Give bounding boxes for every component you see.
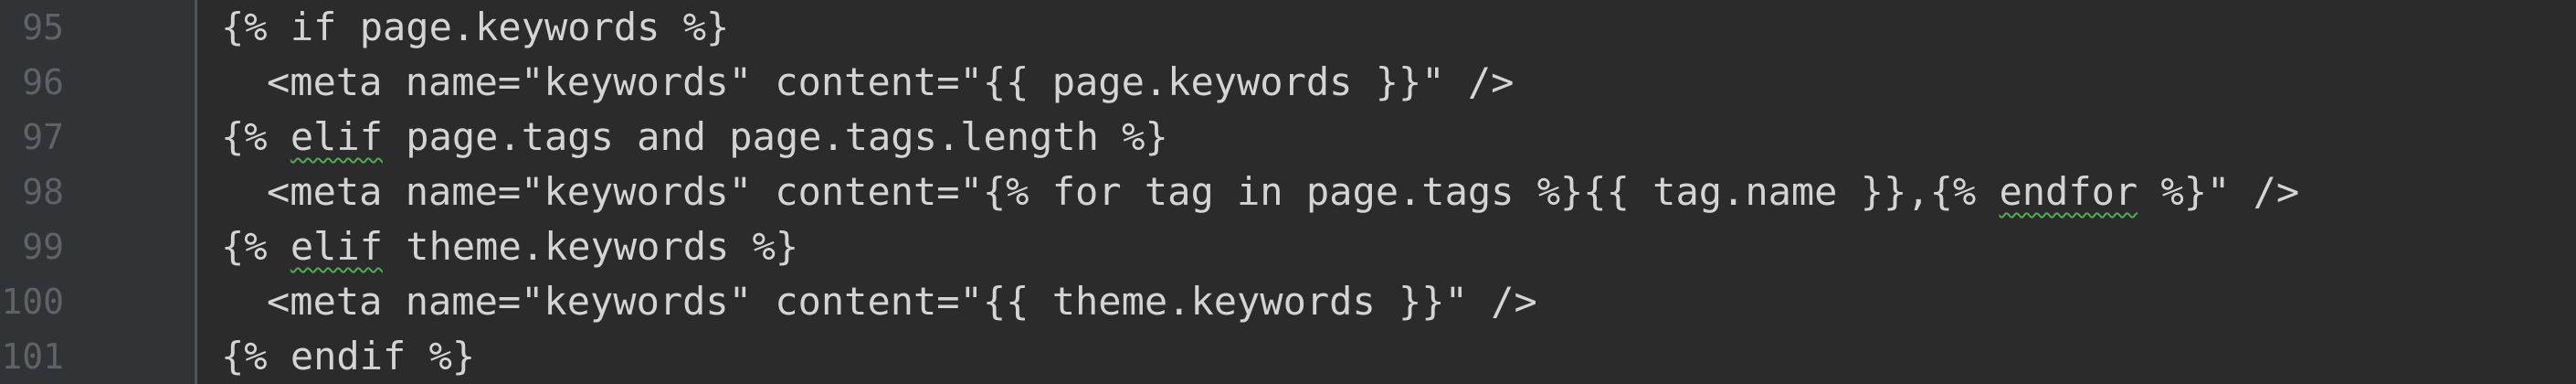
code-text: {% bbox=[221, 114, 290, 159]
code-line[interactable]: {% elif theme.keywords %} bbox=[221, 219, 798, 274]
code-line[interactable]: <meta name="keywords" content="{% for ta… bbox=[267, 165, 2299, 219]
code-text: %}" /> bbox=[2138, 169, 2300, 214]
line-number: 95 bbox=[22, 7, 64, 48]
code-text: theme.keywords %} bbox=[383, 224, 799, 269]
code-text: {% bbox=[221, 224, 290, 269]
code-line[interactable]: {% elif page.tags and page.tags.length %… bbox=[221, 110, 1168, 165]
line-number: 98 bbox=[22, 172, 64, 212]
code-area[interactable]: {% if page.keywords %} <meta name="keywo… bbox=[197, 0, 2576, 384]
spellcheck-marked-word[interactable]: elif bbox=[290, 114, 383, 159]
line-number: 101 bbox=[1, 336, 64, 377]
code-editor[interactable]: 95 96 97 98 99 100 101 {% if page.keywor… bbox=[0, 0, 2576, 384]
line-number: 100 bbox=[1, 282, 64, 322]
code-text: page.tags and page.tags.length %} bbox=[383, 114, 1168, 159]
code-line[interactable]: <meta name="keywords" content="{{ theme.… bbox=[267, 274, 1537, 329]
code-line[interactable]: {% endif %} bbox=[221, 329, 475, 384]
spellcheck-marked-word[interactable]: elif bbox=[290, 224, 383, 269]
code-line[interactable]: {% if page.keywords %} bbox=[221, 0, 729, 55]
line-number: 96 bbox=[22, 62, 64, 102]
line-number-gutter: 95 96 97 98 99 100 101 bbox=[0, 0, 197, 384]
line-number: 99 bbox=[22, 227, 64, 267]
code-line[interactable]: <meta name="keywords" content="{{ page.k… bbox=[267, 55, 1514, 110]
spellcheck-marked-word[interactable]: endfor bbox=[1999, 169, 2138, 214]
line-number: 97 bbox=[22, 117, 64, 157]
code-text: <meta name="keywords" content="{% for ta… bbox=[267, 169, 2000, 214]
